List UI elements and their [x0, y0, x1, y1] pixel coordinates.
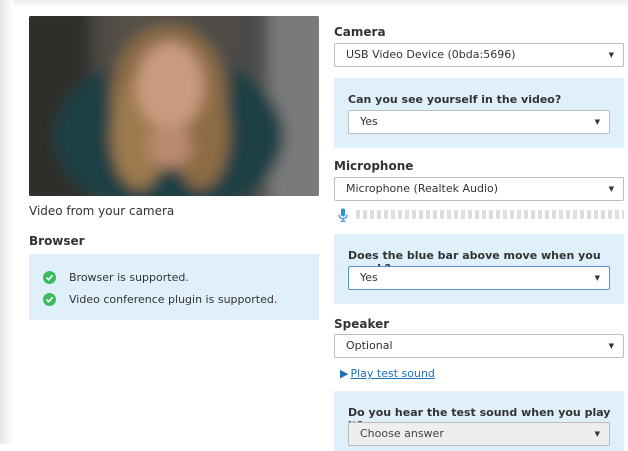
microphone-heading: Microphone	[334, 159, 414, 173]
browser-status-panel: Browser is supported. Video conference p…	[29, 254, 319, 320]
browser-status-item: Browser is supported.	[43, 269, 189, 285]
speaker-select[interactable]: Optional ▼	[334, 334, 624, 358]
play-icon: ▶	[340, 367, 349, 380]
browser-status-text: Browser is supported.	[69, 270, 189, 284]
window-shadow-top	[0, 0, 628, 8]
microphone-icon	[338, 207, 348, 226]
microphone-question-panel: Does the blue bar above move when you sp…	[334, 234, 624, 304]
check-circle-icon	[43, 292, 56, 306]
camera-answer-value: Yes	[360, 115, 378, 128]
chevron-down-icon: ▼	[594, 274, 600, 282]
camera-answer-select[interactable]: Yes ▼	[348, 110, 610, 134]
speaker-question-panel: Do you hear the test sound when you play…	[334, 391, 624, 451]
chevron-down-icon: ▼	[608, 51, 614, 59]
speaker-heading: Speaker	[334, 317, 390, 331]
speaker-select-value: Optional	[346, 339, 393, 352]
microphone-level-meter	[338, 207, 626, 222]
play-test-sound-label: Play test sound	[350, 367, 435, 380]
camera-select-value: USB Video Device (0bda:5696)	[346, 48, 516, 61]
microphone-select-value: Microphone (Realtek Audio)	[346, 182, 499, 195]
play-test-sound-link[interactable]: ▶ Play test sound	[340, 367, 435, 380]
microphone-level-track	[356, 210, 624, 219]
browser-heading: Browser	[29, 234, 85, 248]
chevron-down-icon: ▼	[608, 185, 614, 193]
check-circle-icon	[43, 270, 56, 284]
media-check-page: Video from your camera Browser Browser i…	[0, 0, 628, 451]
microphone-select[interactable]: Microphone (Realtek Audio) ▼	[334, 177, 624, 201]
camera-question: Can you see yourself in the video?	[348, 93, 562, 106]
plugin-status-item: Video conference plugin is supported.	[43, 291, 277, 307]
camera-question-panel: Can you see yourself in the video? Yes ▼	[334, 78, 624, 148]
microphone-answer-select[interactable]: Yes ▼	[348, 266, 610, 290]
microphone-answer-value: Yes	[360, 271, 378, 284]
chevron-down-icon: ▼	[608, 342, 614, 350]
camera-heading: Camera	[334, 25, 386, 39]
video-caption: Video from your camera	[29, 204, 175, 218]
window-shadow-left	[0, 0, 14, 444]
speaker-answer-select[interactable]: Choose answer ▼	[348, 422, 610, 446]
chevron-down-icon: ▼	[594, 430, 600, 438]
chevron-down-icon: ▼	[594, 118, 600, 126]
speaker-answer-placeholder: Choose answer	[360, 427, 444, 440]
camera-preview	[29, 16, 319, 196]
camera-select[interactable]: USB Video Device (0bda:5696) ▼	[334, 43, 624, 67]
plugin-status-text: Video conference plugin is supported.	[69, 292, 278, 306]
